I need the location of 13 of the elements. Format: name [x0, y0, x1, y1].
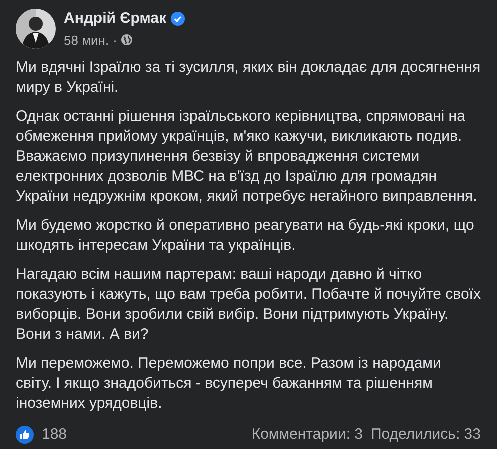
reaction-count[interactable]: 188 [42, 424, 68, 446]
shares-link[interactable]: Поделились: 33 [371, 424, 481, 446]
post-paragraph: Однак останні рішення ізраїльського керівництва, спрямовані на обмеження прийому українців, м'яко кажучи, викликають подив. Вважаємо призупинення безвізу й впровадження системи електронних дозволів МВС на в'їзд до Ізраїлю для громадян України недружнім кроком, який потребує негайного виправлення. [16, 107, 478, 207]
post-paragraph: Ми переможемо. Переможемо попри все. Разом із народами світу. І якщо знадобиться - всупереч бажанням та рішенням іноземних урядовців. [16, 354, 442, 414]
separator-dot: · [113, 32, 118, 50]
globe-icon [121, 34, 134, 46]
comments-link[interactable]: Комментарии: 3 [252, 424, 363, 446]
post-paragraph: Ми вдячні Ізраїлю за ті зусилля, яких він докладає для досягнення миру в Україні. [16, 58, 481, 98]
post-paragraph: Ми будемо жорстко й оперативно реагувати на будь-які кроки, що шкодять інтересам України та українців. [16, 216, 476, 256]
post-paragraph: Нагадаю всім нашим партерам: ваші народи давно й чітко показують і кажуть, що вам треба робити. Побачте й почуйте своїх виборців. Вони зробили свій вибір. Вони підтримують Україну. Вони з нами. А ви? [16, 265, 481, 345]
author-name[interactable]: Андрій Єрмак [64, 8, 167, 30]
post-time[interactable]: 58 мин. [64, 30, 110, 50]
like-icon[interactable] [16, 426, 34, 444]
